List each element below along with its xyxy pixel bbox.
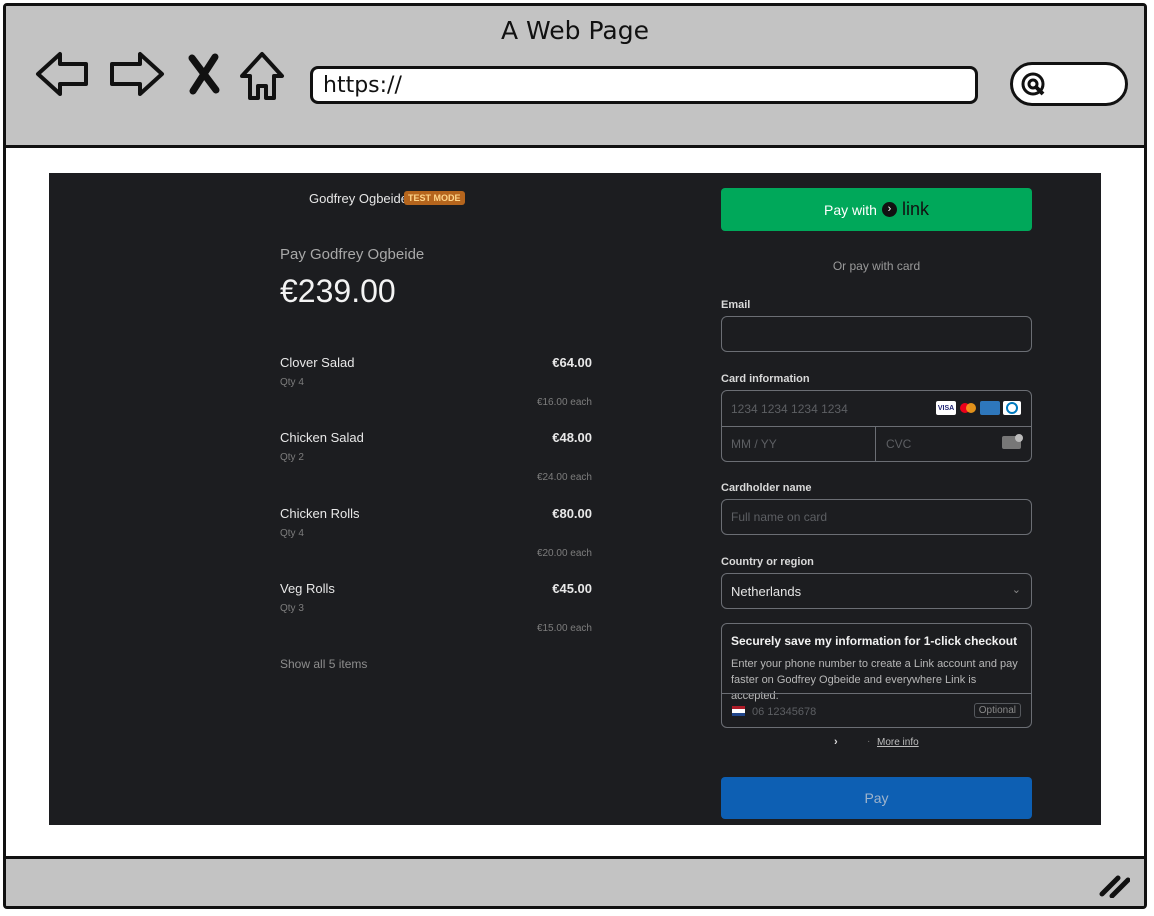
- item-name: Chicken Salad: [280, 430, 364, 445]
- email-field[interactable]: [722, 317, 1031, 351]
- or-pay-with-card: Or pay with card: [832, 259, 921, 273]
- expiry-input[interactable]: [722, 427, 876, 461]
- country-value: Netherlands: [731, 584, 802, 599]
- item-price: €64.00: [552, 355, 592, 370]
- search-icon: [1021, 72, 1045, 96]
- item-price: €45.00: [552, 581, 592, 596]
- card-info-box: VISA: [721, 390, 1032, 462]
- country-label: Country or region: [721, 556, 814, 568]
- netherlands-flag-icon: [732, 706, 745, 716]
- merchant-name: Godfrey Ogbeide: [309, 191, 409, 206]
- pay-button[interactable]: Pay: [721, 777, 1032, 819]
- pay-with-link-button[interactable]: Pay with › link: [721, 188, 1032, 231]
- optional-badge: Optional: [973, 703, 1021, 718]
- test-mode-badge: TEST MODE: [404, 191, 465, 205]
- chevron-down-icon: ⌄: [1011, 584, 1021, 596]
- separator-dot: ·: [867, 736, 871, 747]
- line-item: Veg Rolls €45.00 Qty 3 €15.00 each: [280, 581, 592, 656]
- cvc-card-icon: [1002, 434, 1023, 449]
- address-bar[interactable]: https://: [310, 66, 978, 104]
- country-select[interactable]: Netherlands ⌄: [721, 573, 1032, 609]
- cardholder-label: Cardholder name: [721, 482, 812, 494]
- link-arrow-icon: ›: [881, 202, 897, 217]
- item-name: Clover Salad: [280, 355, 355, 370]
- email-field-box: [721, 316, 1032, 352]
- back-arrow-icon[interactable]: [32, 46, 94, 102]
- item-name: Veg Rolls: [280, 581, 335, 596]
- url-text: https://: [323, 73, 402, 98]
- item-qty: Qty 4: [280, 377, 304, 388]
- item-price: €48.00: [552, 430, 592, 445]
- status-bar: [6, 856, 1144, 906]
- card-brands: VISA: [936, 401, 1021, 415]
- checkout-page: Godfrey Ogbeide TEST MODE Pay Godfrey Og…: [49, 173, 1101, 825]
- cardholder-input[interactable]: [722, 500, 1031, 534]
- close-x-icon[interactable]: [184, 46, 224, 102]
- pay-to-label: Pay Godfrey Ogbeide: [280, 246, 425, 263]
- total-amount: €239.00: [280, 273, 396, 309]
- phone-input[interactable]: [750, 694, 954, 730]
- card-info-label: Card information: [721, 373, 810, 385]
- link-logo-icon: ›: [834, 736, 838, 748]
- window-title: A Web Page: [500, 16, 650, 45]
- item-unit-price: €24.00 each: [536, 472, 592, 483]
- home-icon[interactable]: [236, 46, 288, 106]
- line-item: Clover Salad €64.00 Qty 4 €16.00 each: [280, 355, 592, 430]
- visa-icon: VISA: [936, 401, 956, 415]
- diners-icon: [1003, 401, 1021, 415]
- save-info-title: Securely save my information for 1-click…: [731, 634, 1018, 648]
- mastercard-icon: [960, 403, 976, 413]
- line-item: Chicken Salad €48.00 Qty 2 €24.00 each: [280, 430, 592, 505]
- item-unit-price: €16.00 each: [536, 397, 592, 408]
- browser-toolbar: A Web Page https://: [6, 6, 1144, 148]
- email-label: Email: [721, 299, 751, 311]
- browser-search-box[interactable]: [1010, 62, 1128, 106]
- cardholder-field-box: [721, 499, 1032, 535]
- item-price: €80.00: [552, 506, 592, 521]
- more-info-link[interactable]: More info: [877, 737, 919, 748]
- line-item: Chicken Rolls €80.00 Qty 4 €20.00 each: [280, 506, 592, 581]
- item-qty: Qty 3: [280, 603, 304, 614]
- item-qty: Qty 4: [280, 528, 304, 539]
- forward-arrow-icon[interactable]: [106, 46, 168, 102]
- link-logo-text: link: [901, 199, 929, 219]
- item-unit-price: €15.00 each: [536, 623, 592, 634]
- link-button-label: Pay with: [824, 201, 877, 218]
- resize-grip-icon[interactable]: [1098, 872, 1130, 898]
- amex-icon: [980, 401, 1000, 415]
- cvc-input[interactable]: [877, 427, 1005, 461]
- show-all-items-link[interactable]: Show all 5 items: [280, 657, 367, 671]
- link-save-box: Securely save my information for 1-click…: [721, 623, 1032, 730]
- item-unit-price: €20.00 each: [536, 548, 592, 559]
- item-qty: Qty 2: [280, 452, 304, 463]
- card-number-input[interactable]: [722, 391, 940, 426]
- phone-row: Optional: [722, 693, 1031, 730]
- item-name: Chicken Rolls: [280, 506, 360, 521]
